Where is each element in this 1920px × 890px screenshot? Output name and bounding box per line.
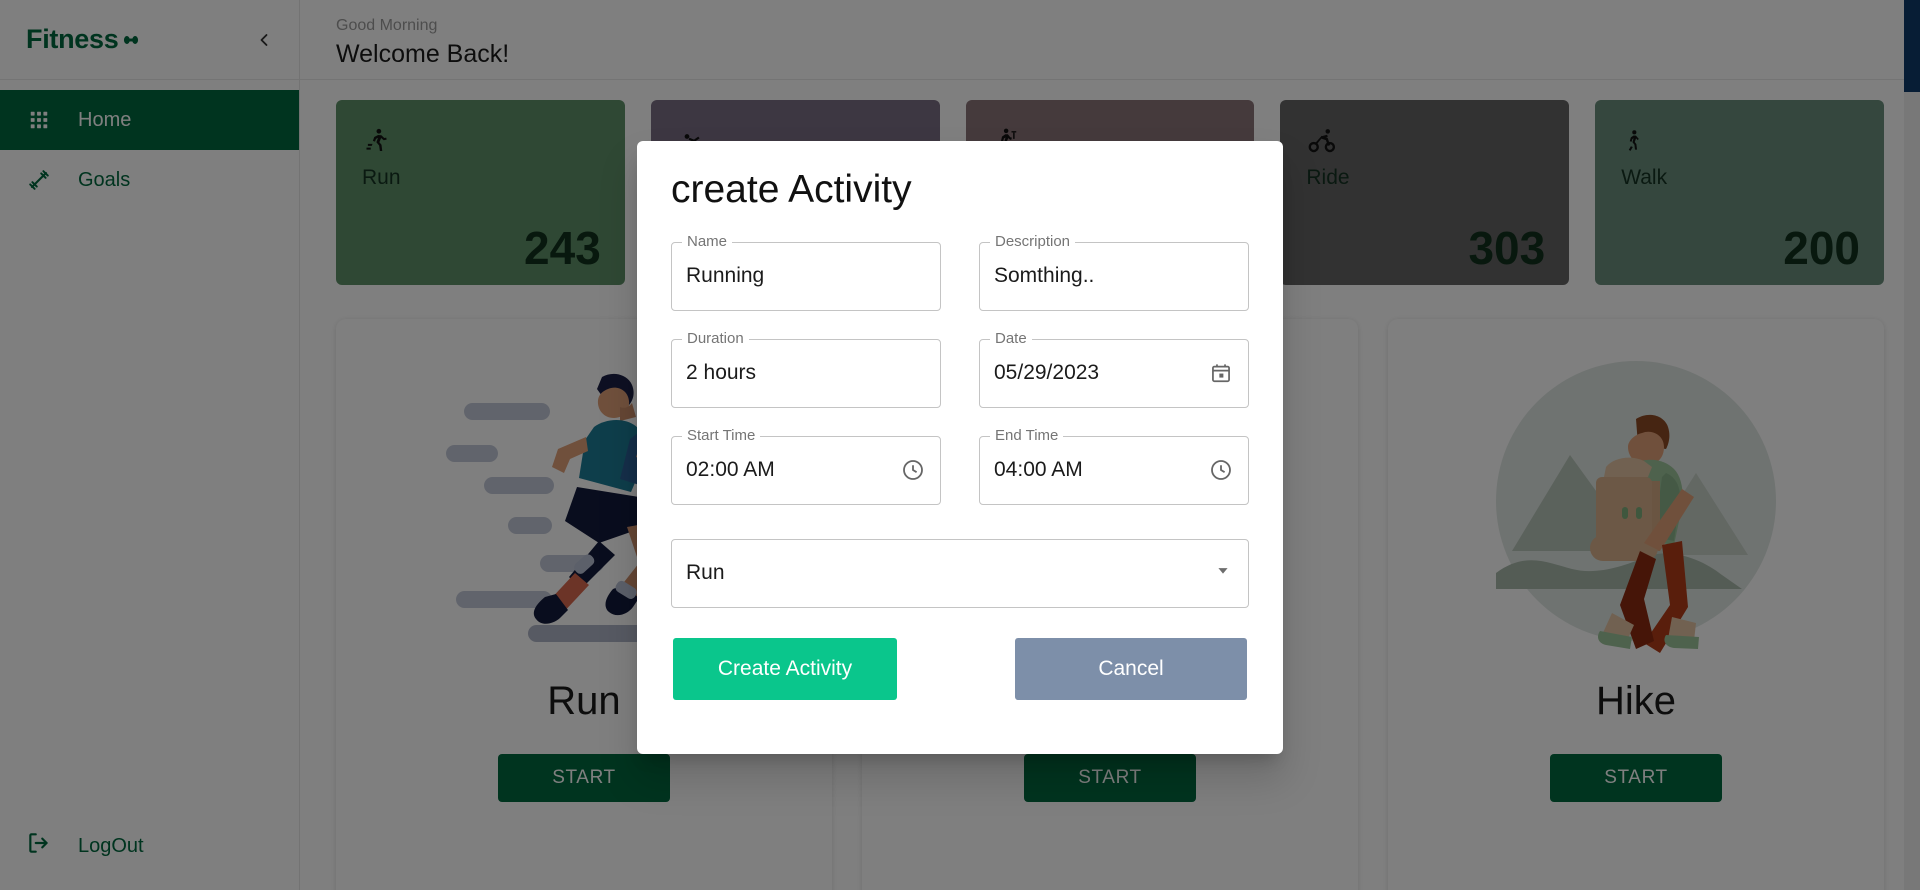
create-activity-button[interactable]: Create Activity bbox=[673, 637, 897, 700]
app-root: Fitness bbox=[0, 0, 1920, 890]
date-field[interactable]: Date 05/29/2023 bbox=[979, 330, 1249, 408]
activity-type-value: Run bbox=[686, 561, 725, 585]
clock-icon[interactable] bbox=[898, 455, 928, 485]
duration-field-value: 2 hours bbox=[686, 361, 757, 385]
end-time-field-value: 04:00 AM bbox=[994, 458, 1083, 482]
date-field-value: 05/29/2023 bbox=[994, 361, 1100, 385]
start-time-field[interactable]: Start Time 02:00 AM bbox=[671, 427, 941, 505]
duration-field[interactable]: Duration 2 hours bbox=[671, 330, 941, 408]
name-field[interactable]: Name Running bbox=[671, 233, 941, 311]
date-field-label: Date bbox=[990, 330, 1032, 346]
dialog-row-2: Duration 2 hours Date 05/29/2023 bbox=[671, 330, 1249, 408]
dropdown-caret-icon bbox=[1212, 559, 1234, 587]
cancel-button[interactable]: Cancel bbox=[1015, 637, 1247, 700]
description-field-label: Description bbox=[990, 233, 1076, 249]
start-time-field-value: 02:00 AM bbox=[686, 458, 775, 482]
clock-icon[interactable] bbox=[1206, 455, 1236, 485]
create-activity-dialog: create Activity Name Running Description… bbox=[637, 141, 1283, 754]
activity-type-select[interactable]: Run bbox=[671, 538, 1249, 608]
duration-field-label: Duration bbox=[682, 330, 749, 346]
dialog-actions: Create Activity Cancel bbox=[671, 637, 1249, 700]
dialog-row-3: Start Time 02:00 AM End Time 04:00 AM bbox=[671, 427, 1249, 505]
end-time-field-label: End Time bbox=[990, 427, 1064, 443]
start-time-field-label: Start Time bbox=[682, 427, 761, 443]
dialog-row-1: Name Running Description Somthing.. bbox=[671, 233, 1249, 311]
description-field[interactable]: Description Somthing.. bbox=[979, 233, 1249, 311]
activity-type-select-row: Run bbox=[671, 538, 1249, 608]
name-field-label: Name bbox=[682, 233, 733, 249]
description-field-value: Somthing.. bbox=[994, 264, 1095, 288]
name-field-value: Running bbox=[686, 264, 765, 288]
calendar-icon[interactable] bbox=[1206, 358, 1236, 388]
dialog-title: create Activity bbox=[671, 168, 912, 211]
end-time-field[interactable]: End Time 04:00 AM bbox=[979, 427, 1249, 505]
